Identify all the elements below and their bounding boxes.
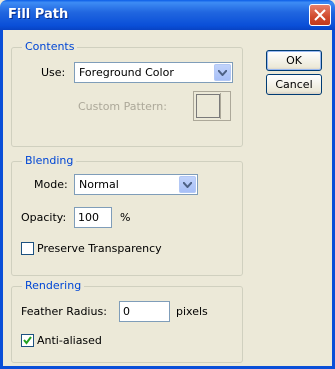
opacity-unit: % (120, 211, 131, 224)
mode-label: Mode: (34, 178, 68, 191)
contents-group: Contents Use: Foreground Color Custom Pa… (11, 40, 243, 147)
custom-pattern-picker (193, 91, 231, 121)
ok-button[interactable]: OK (266, 50, 322, 71)
close-icon (314, 9, 326, 21)
pattern-swatch (196, 94, 220, 118)
title-bar[interactable]: Fill Path (0, 0, 335, 30)
use-select-value: Foreground Color (79, 66, 174, 79)
rendering-group: Rendering Feather Radius: 0 pixels Anti-… (11, 279, 243, 363)
preserve-transparency-label[interactable]: Preserve Transparency (37, 242, 162, 255)
mode-select[interactable]: Normal (74, 174, 198, 195)
dialog-body: Contents Use: Foreground Color Custom Pa… (0, 30, 335, 369)
anti-aliased-checkbox[interactable] (21, 334, 34, 347)
feather-radius-label: Feather Radius: (21, 305, 107, 318)
anti-aliased-label[interactable]: Anti-aliased (37, 334, 102, 347)
mode-select-value: Normal (79, 178, 119, 191)
pattern-dropdown (220, 93, 229, 119)
cancel-button[interactable]: Cancel (266, 74, 322, 95)
feather-radius-input[interactable]: 0 (119, 301, 170, 322)
contents-legend: Contents (22, 40, 78, 53)
feather-radius-unit: pixels (176, 305, 208, 318)
close-button[interactable] (309, 4, 331, 26)
chevron-down-icon[interactable] (179, 176, 196, 193)
blending-legend: Blending (22, 154, 77, 167)
use-select[interactable]: Foreground Color (74, 62, 233, 83)
checkmark-icon (23, 336, 32, 345)
rendering-legend: Rendering (22, 279, 85, 292)
blending-group: Blending Mode: Normal Opacity: 100 % Pre… (11, 154, 243, 276)
dialog-title: Fill Path (8, 7, 69, 22)
opacity-input[interactable]: 100 (74, 207, 112, 228)
chevron-down-icon[interactable] (214, 64, 231, 81)
use-label: Use: (41, 66, 66, 79)
feather-radius-value: 0 (123, 305, 130, 318)
opacity-value: 100 (78, 211, 99, 224)
opacity-label: Opacity: (21, 211, 67, 224)
custom-pattern-label: Custom Pattern: (78, 100, 167, 113)
preserve-transparency-checkbox[interactable] (21, 242, 34, 255)
